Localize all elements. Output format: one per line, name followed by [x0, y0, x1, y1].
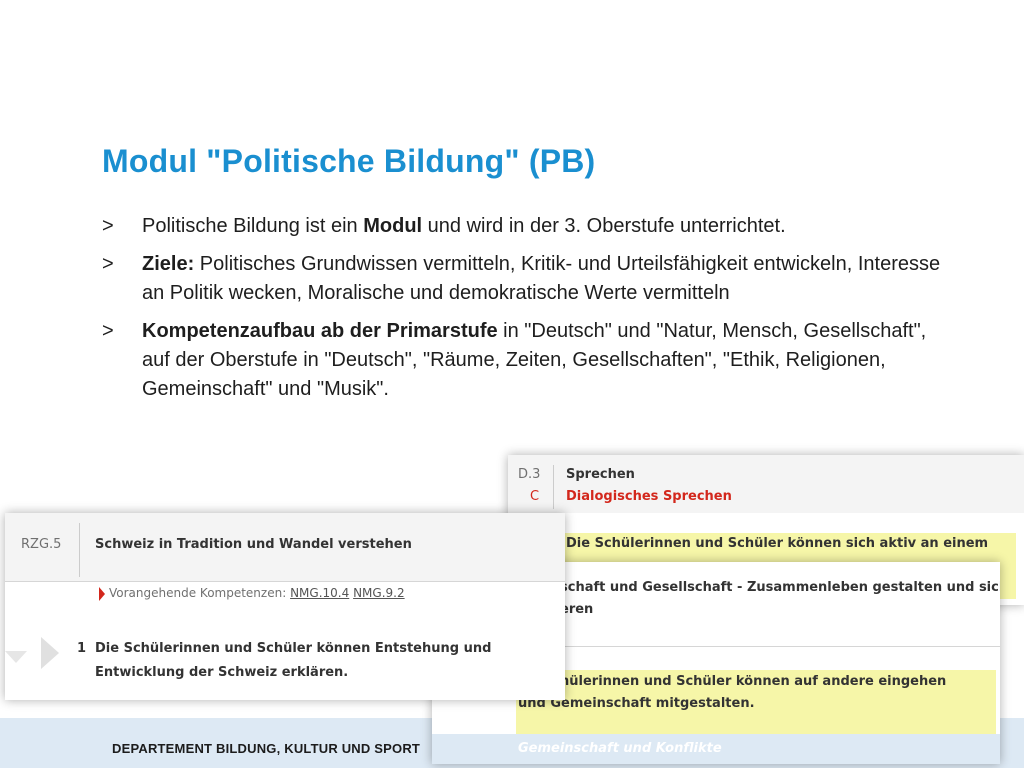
bullet-bold: Ziele: — [142, 253, 195, 275]
play-icon — [99, 587, 105, 601]
link-nmg-9-2[interactable]: NMG.9.2 — [353, 586, 405, 600]
bullet-item: > Ziele: Politisches Grundwissen vermitt… — [100, 250, 950, 308]
bullet-item: > Kompetenzaufbau ab der Primarstufe in … — [100, 317, 950, 404]
divider — [5, 581, 565, 582]
divider — [79, 523, 80, 577]
divider — [553, 465, 554, 509]
competence-number: 1 — [77, 641, 87, 656]
bullet-bold: Modul — [363, 215, 423, 237]
expand-arrow-icon[interactable] — [41, 637, 59, 669]
bullet-marker: > — [102, 253, 114, 275]
bullet-item: > Politische Bildung ist ein Modul und w… — [100, 212, 950, 241]
prev-competences-label: Vorangehende Kompetenzen: — [109, 586, 287, 600]
card-heading: Sprechen — [566, 467, 635, 482]
bullet-text: Politisches Grundwissen vermitteln, Krit… — [142, 253, 941, 304]
card-code: D.3 — [518, 467, 541, 482]
competence-line1: Die Schülerinnen und Schüler können Ents… — [95, 641, 492, 656]
bullet-bold: Kompetenzaufbau ab der Primarstufe — [142, 320, 498, 342]
bullet-marker: > — [102, 215, 114, 237]
card-heading: Schweiz in Tradition und Wandel verstehe… — [95, 537, 412, 552]
bullet-text: und wird in der 3. Oberstufe unterrichte… — [422, 215, 786, 237]
link-nmg-10-4[interactable]: NMG.10.4 — [290, 586, 349, 600]
bullet-text: Politische Bildung ist ein — [142, 215, 364, 237]
card-header — [508, 455, 1024, 513]
footer-department: DEPARTEMENT BILDUNG, KULTUR UND SPORT — [112, 741, 421, 756]
card-subheading: Dialogisches Sprechen — [566, 489, 732, 504]
card-footer-text: Gemeinschaft und Konflikte — [518, 741, 722, 756]
card-code: RZG.5 — [21, 537, 62, 552]
bullet-marker: > — [102, 320, 114, 342]
slide-title: Modul "Politische Bildung" (PB) — [102, 143, 596, 179]
card-sub-code: C — [530, 489, 540, 504]
bullet-list: > Politische Bildung ist ein Modul und w… — [100, 212, 950, 413]
lp21-card-rzg: RZG.5 Schweiz in Tradition und Wandel ve… — [5, 513, 565, 700]
collapse-arrow-icon[interactable] — [5, 651, 27, 665]
card-competence-line1: hülerinnen und Schüler können auf andere… — [560, 674, 947, 689]
competence-line2: Entwicklung der Schweiz erklären. — [95, 665, 349, 680]
card-heading: schaft und Gesellschaft - Zusammenleben … — [560, 580, 1000, 595]
prev-competences: Vorangehende Kompetenzen: NMG.10.4 NMG.9… — [109, 586, 405, 600]
card-competence: Die Schülerinnen und Schüler können sich… — [566, 536, 989, 551]
